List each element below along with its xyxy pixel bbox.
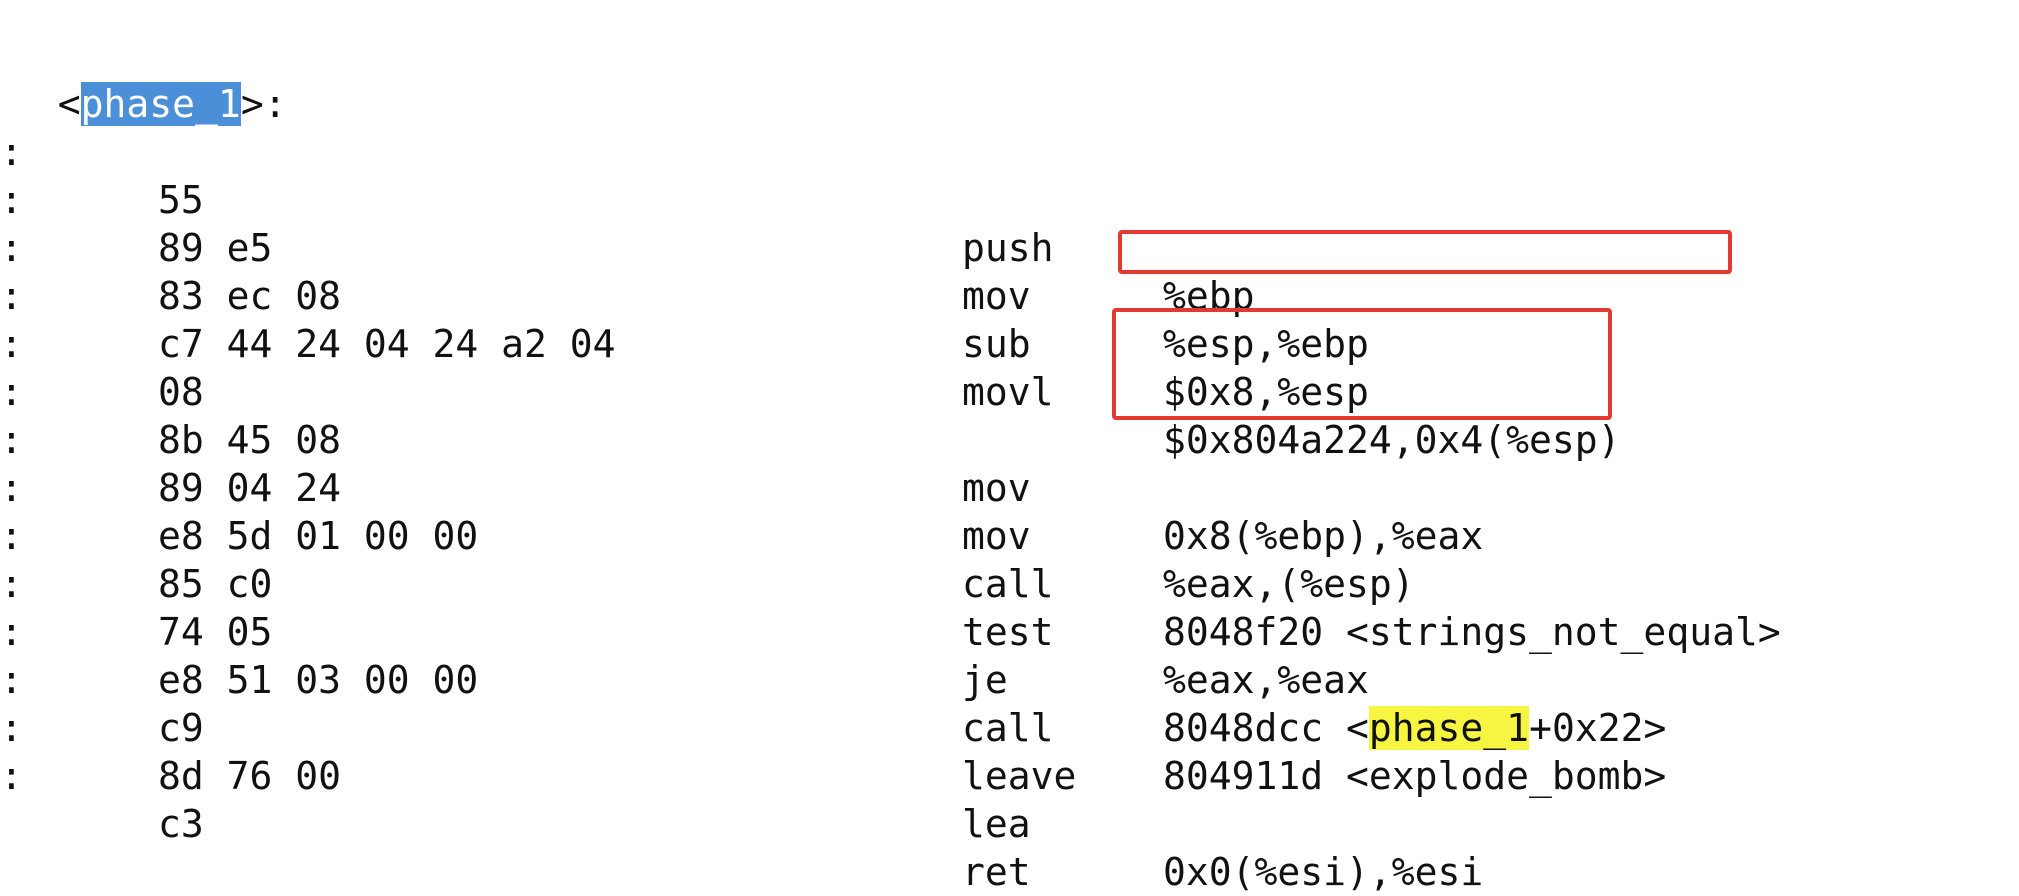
row-bytes: 08	[158, 370, 204, 414]
row-mnemonic: push	[962, 226, 1054, 270]
row-mnemonic: call	[962, 706, 1054, 750]
row-bytes: 8b 45 08	[158, 418, 342, 462]
row-bytes: 89 e5	[158, 226, 273, 270]
row-mnemonic: test	[962, 610, 1054, 654]
header-close-bracket: >:	[240, 82, 287, 126]
disasm-row: : c7 44 24 04 24 a2 04 movl $0x804a224,0…	[0, 224, 1621, 462]
row-bytes: 8d 76 00	[158, 754, 342, 798]
disasm-row: : e8 51 03 00 00 call 804911d <explode_b…	[0, 560, 1666, 798]
row-mnemonic: je	[962, 658, 1008, 702]
row-operands: %eax,(%esp)	[1163, 562, 1415, 606]
disasm-row: : 8d 76 00 lea 0x0(%esi),%esi	[0, 656, 1483, 894]
disasm-row: : 85 c0 test %eax,%eax	[0, 464, 1369, 702]
row-operands: 0x8(%ebp),%eax	[1163, 514, 1484, 558]
row-operands: %eax,%eax	[1163, 658, 1369, 702]
disasm-row: : 83 ec 08 sub $0x8,%esp	[0, 176, 1369, 414]
disasm-row: : 55 push %ebp	[0, 80, 1255, 318]
row-mnemonic: movl	[962, 370, 1054, 414]
row-operands: 0x0(%esi),%esi	[1163, 850, 1484, 894]
row-operands: 804911d <explode_bomb>	[1163, 754, 1667, 798]
disasm-row: : 74 05 je 8048dcc <phase_1+0x22>	[0, 512, 1666, 750]
row-bytes: 74 05	[158, 610, 273, 654]
row-mnemonic: mov	[962, 466, 1031, 510]
row-bytes: c7 44 24 04 24 a2 04	[158, 322, 616, 366]
annotation-box-mov-pair	[1112, 308, 1612, 420]
header-open-bracket: <	[57, 82, 81, 126]
selected-symbol[interactable]: phase_1	[80, 82, 241, 126]
search-highlight: phase_1	[1368, 706, 1530, 750]
disasm-row: : 89 e5 mov %esp,%ebp	[0, 128, 1369, 366]
row-operands: 8048dcc <phase_1+0x22>	[1163, 704, 1666, 752]
row-bytes: e8 51 03 00 00	[158, 658, 479, 702]
disasm-row: : 89 04 24 mov %eax,(%esp)	[0, 368, 1415, 606]
function-header: <phase_1>:	[12, 32, 287, 126]
row-bytes: c3	[158, 802, 204, 846]
row-mnemonic: mov	[962, 274, 1031, 318]
row-mnemonic: mov	[962, 514, 1031, 558]
operand-prefix: 8048dcc <	[1163, 706, 1369, 750]
row-operands: 8048f20 <strings_not_equal>	[1163, 610, 1781, 654]
row-bytes: 55	[158, 178, 204, 222]
row-bytes: c9	[158, 706, 204, 750]
row-bytes: 83 ec 08	[158, 274, 342, 318]
disasm-row: : e8 5d 01 00 00 call 8048f20 <strings_n…	[0, 416, 1781, 654]
disasm-row: : c9 leave	[0, 608, 1076, 798]
row-mnemonic: lea	[962, 802, 1031, 846]
row-mnemonic: call	[962, 562, 1054, 606]
disasm-row: : 8b 45 08 mov 0x8(%ebp),%eax	[0, 320, 1483, 558]
row-operands: $0x804a224,0x4(%esp)	[1163, 418, 1621, 462]
row-bytes: 85 c0	[158, 562, 273, 606]
disasm-row: : c3 ret	[0, 704, 1031, 894]
disasm-row: : 08	[0, 272, 204, 414]
row-mnemonic: ret	[962, 850, 1031, 894]
operand-suffix: +0x22>	[1529, 706, 1667, 750]
row-bytes: 89 04 24	[158, 466, 342, 510]
row-mnemonic: leave	[962, 754, 1077, 798]
annotation-box-movl	[1118, 230, 1732, 274]
row-bytes: e8 5d 01 00 00	[158, 514, 479, 558]
row-colon: :	[0, 754, 23, 798]
row-mnemonic: sub	[962, 322, 1031, 366]
